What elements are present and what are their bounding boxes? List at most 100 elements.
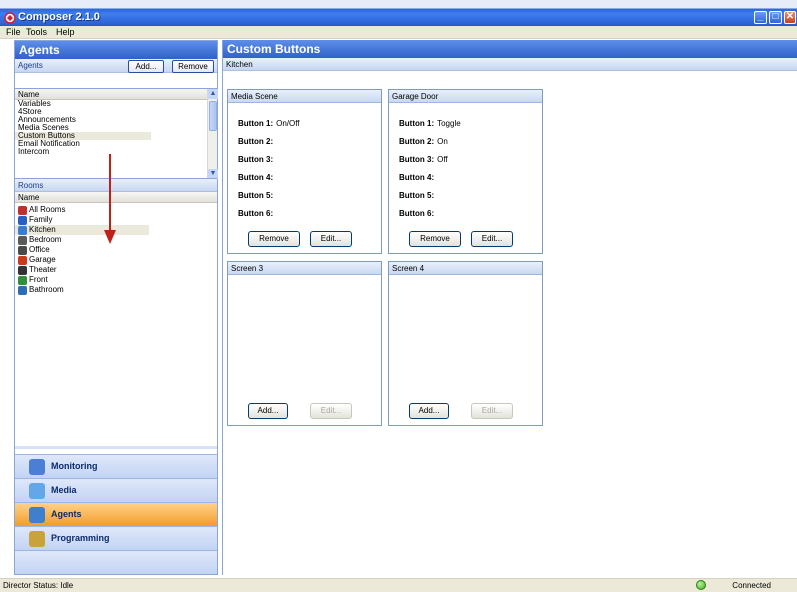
connected-icon (696, 580, 706, 590)
pane-splitter[interactable] (15, 446, 217, 449)
add-button[interactable]: Add... (248, 403, 288, 419)
nav-label: Agents (51, 509, 82, 519)
maximize-button[interactable]: □ (769, 11, 782, 24)
room-label: All Rooms (29, 205, 66, 214)
button-label: Button 5: (238, 191, 274, 200)
room-label: Family (29, 215, 53, 224)
button-row: Button 3: Off (399, 155, 448, 164)
room-item[interactable]: Garage (15, 255, 217, 265)
room-item[interactable]: Kitchen (15, 225, 149, 235)
button-label: Button 2: (399, 137, 435, 146)
edit-button[interactable]: Edit... (471, 231, 513, 247)
button-label: Button 6: (238, 209, 274, 218)
nav-label: Programming (51, 533, 110, 543)
button-row: Button 6: (399, 209, 437, 218)
shower-icon (18, 285, 27, 295)
room-item[interactable]: Family (15, 215, 217, 225)
status-bar: Director Status: Idle Connected (0, 578, 797, 592)
agents-list[interactable]: Name Variables 4Store Announcements Media S… (15, 88, 218, 179)
agents-icon (29, 507, 45, 523)
agent-list-item[interactable]: Intercom (15, 148, 217, 156)
button-label: Button 4: (238, 173, 274, 182)
button-value: On/Off (276, 119, 300, 128)
nav-media[interactable]: Media (15, 478, 217, 502)
menu-bar: File Tools Help (0, 26, 797, 39)
button-row: Button 5: (238, 191, 276, 200)
button-row: Button 5: (399, 191, 437, 200)
remove-button[interactable]: Remove (248, 231, 300, 247)
button-label: Button 6: (399, 209, 435, 218)
right-pane: Custom Buttons Kitchen Media Scene Button… (222, 40, 797, 575)
agents-scrollbar[interactable]: ▲ ▼ (207, 89, 218, 179)
director-status: Director Status: Idle (3, 581, 74, 590)
bed-icon (18, 235, 27, 245)
panel-title: Screen 3 (228, 262, 381, 275)
room-item[interactable]: All Rooms (15, 205, 217, 215)
button-label: Button 5: (399, 191, 435, 200)
room-item[interactable]: Office (15, 245, 217, 255)
scroll-thumb[interactable] (209, 101, 217, 131)
right-pane-title: Custom Buttons (223, 40, 797, 58)
edit-button[interactable]: Edit... (471, 403, 513, 419)
breadcrumb: Kitchen (223, 58, 797, 71)
room-label: Bedroom (29, 235, 62, 244)
nav-programming[interactable]: Programming (15, 526, 217, 550)
button-label: Button 4: (399, 173, 435, 182)
minimize-button[interactable]: _ (754, 11, 767, 24)
left-pane: Agents Agents Add... Remove Name Variabl… (14, 40, 218, 575)
agents-label: Agents (18, 61, 43, 70)
nav-agents[interactable]: Agents (15, 502, 217, 526)
room-item[interactable]: Bathroom (15, 285, 217, 295)
media-icon (29, 483, 45, 499)
desk-icon (18, 245, 27, 255)
remove-agent-button[interactable]: Remove (172, 60, 214, 73)
button-value: Toggle (437, 119, 461, 128)
house-icon (18, 205, 27, 215)
nav-footer (15, 550, 217, 574)
room-item[interactable]: Theater (15, 265, 217, 275)
button-panel: Garage Door Button 1: Toggle Button 2: On But… (388, 89, 543, 254)
nav-monitoring[interactable]: Monitoring (15, 454, 217, 478)
menu-tools[interactable]: Tools (26, 27, 47, 37)
add-agent-button[interactable]: Add... (128, 60, 164, 73)
monitor-icon (29, 459, 45, 475)
rooms-section: Rooms Name All Rooms Family Kitchen Bedroom… (15, 178, 217, 446)
button-row: Button 2: On (399, 137, 448, 146)
app-icon (4, 12, 16, 24)
room-label: Office (29, 245, 50, 254)
title-bar: Composer 2.1.0 _ □ ✕ (0, 0, 797, 26)
room-item[interactable]: Bedroom (15, 235, 217, 245)
nav-label: Media (51, 485, 77, 495)
button-label: Button 3: (238, 155, 274, 164)
room-item[interactable]: Front (15, 275, 217, 285)
button-row: Button 6: (238, 209, 276, 218)
button-label: Button 3: (399, 155, 435, 164)
scroll-up-icon[interactable]: ▲ (208, 89, 218, 99)
edit-button[interactable]: Edit... (310, 231, 352, 247)
rooms-header: Rooms (15, 178, 217, 192)
agents-subheader: Agents Add... Remove (15, 59, 217, 73)
button-row: Button 2: (238, 137, 276, 146)
button-panel: Screen 3 Add... Edit... (227, 261, 382, 426)
edit-button[interactable]: Edit... (310, 403, 352, 419)
car-icon (18, 255, 27, 265)
remove-button[interactable]: Remove (409, 231, 461, 247)
button-row: Button 3: (238, 155, 276, 164)
close-button[interactable]: ✕ (784, 11, 796, 24)
button-value: Off (437, 155, 448, 164)
add-button[interactable]: Add... (409, 403, 449, 419)
rooms-name-column[interactable]: Name (15, 192, 217, 203)
kitchen-icon (18, 225, 27, 235)
button-row: Button 4: (238, 173, 276, 182)
button-label: Button 1: (238, 119, 274, 128)
theater-icon (18, 265, 27, 275)
menu-help[interactable]: Help (56, 27, 75, 37)
button-label: Button 2: (238, 137, 274, 146)
sofa-icon (18, 215, 27, 225)
button-value: On (437, 137, 448, 146)
button-panel: Screen 4 Add... Edit... (388, 261, 543, 426)
menu-file[interactable]: File (6, 27, 21, 37)
panel-title: Screen 4 (389, 262, 542, 275)
agent-list-item[interactable]: Variables (15, 100, 217, 108)
button-row: Button 1: On/Off (238, 119, 300, 128)
